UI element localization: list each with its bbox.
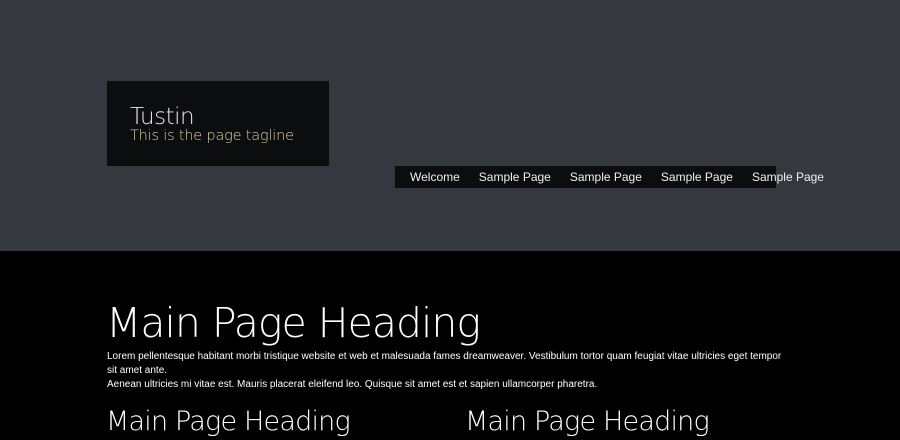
nav-item-welcome[interactable]: Welcome	[410, 166, 460, 188]
column-heading-left: Main Page Heading	[106, 406, 351, 437]
nav-item-sample-page-3[interactable]: Sample Page	[661, 166, 733, 188]
logo-block[interactable]: Tustin This is the page tagline	[107, 81, 329, 166]
nav-item-sample-page-4[interactable]: Sample Page	[752, 166, 824, 188]
main-nav: Welcome Sample Page Sample Page Sample P…	[395, 166, 824, 188]
intro-paragraph: Lorem pellentesque habitant morbi tristi…	[107, 350, 787, 392]
nav-item-sample-page-2[interactable]: Sample Page	[570, 166, 642, 188]
site-tagline: This is the page tagline	[130, 128, 294, 144]
page-title: Main Page Heading	[106, 299, 481, 347]
nav-item-sample-page-1[interactable]: Sample Page	[479, 166, 551, 188]
site-header: Tustin This is the page tagline Welcome …	[0, 0, 900, 251]
intro-line-2: Aenean ultricies mi vitae est. Mauris pl…	[107, 379, 598, 390]
intro-line-1: Lorem pellentesque habitant morbi tristi…	[107, 351, 782, 376]
column-heading-right: Main Page Heading	[465, 406, 710, 437]
